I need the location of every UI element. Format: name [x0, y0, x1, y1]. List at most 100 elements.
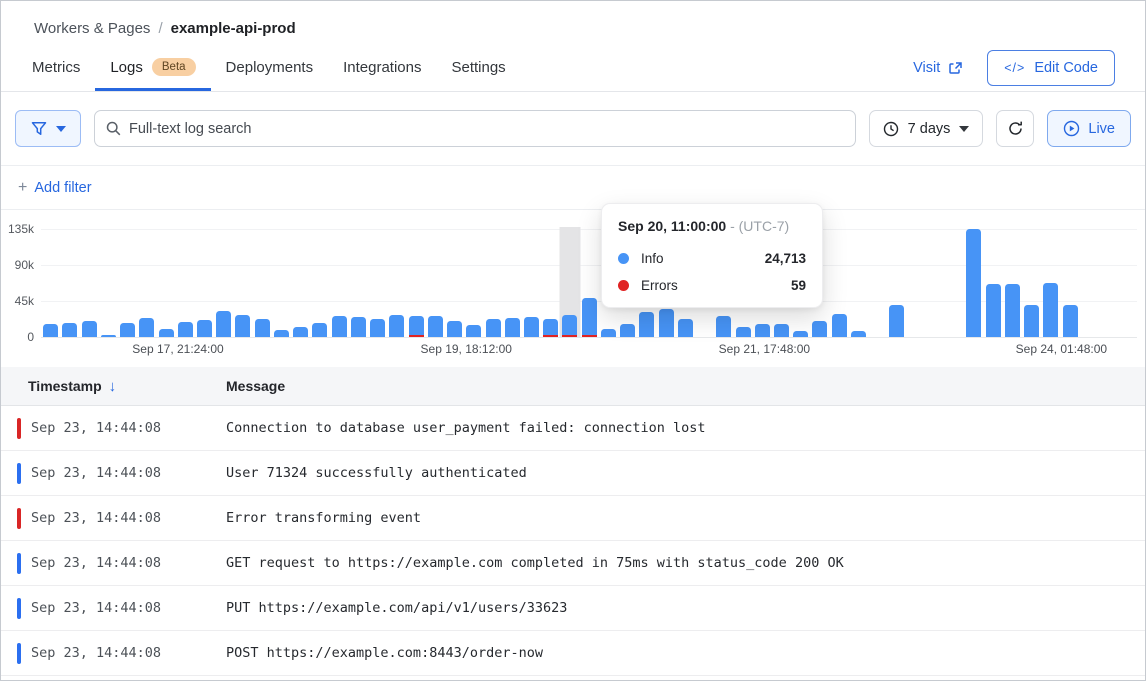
chart-bar[interactable] — [464, 229, 483, 337]
log-row[interactable]: Sep 23, 14:44:08PUT https://example.com/… — [1, 586, 1145, 631]
chart-bar[interactable] — [79, 229, 98, 337]
log-row[interactable]: Sep 23, 14:44:08User 71324 successfully … — [1, 451, 1145, 496]
bar-series — [41, 229, 1137, 337]
chart-bar[interactable] — [176, 229, 195, 337]
bar-stack — [312, 323, 327, 337]
chart-bar[interactable] — [1022, 229, 1041, 337]
add-filter-button[interactable]: + Add filter — [18, 179, 92, 197]
filter-dropdown-button[interactable] — [15, 110, 81, 147]
bar-stack — [216, 311, 231, 337]
y-axis-label: 45k — [1, 294, 34, 308]
column-header-message[interactable]: Message — [226, 378, 285, 394]
plus-icon: + — [18, 179, 27, 197]
chart-bar[interactable] — [887, 229, 906, 337]
info-segment — [1043, 283, 1058, 337]
refresh-button[interactable] — [996, 110, 1034, 147]
chart-bar[interactable] — [1118, 229, 1137, 337]
chart-bar[interactable] — [310, 229, 329, 337]
bar-stack — [1024, 305, 1039, 337]
chart-bar[interactable] — [830, 229, 849, 337]
chart-bar[interactable] — [118, 229, 137, 337]
live-button[interactable]: Live — [1047, 110, 1131, 147]
chart-bar[interactable] — [195, 229, 214, 337]
tab-metrics[interactable]: Metrics — [17, 45, 95, 91]
tab-logs[interactable]: LogsBeta — [95, 45, 210, 91]
tab-label: Metrics — [32, 59, 80, 76]
chart-bar[interactable] — [560, 229, 579, 337]
log-message: GET request to https://example.com compl… — [226, 555, 844, 571]
clock-icon — [883, 121, 899, 137]
bar-stack — [543, 319, 558, 337]
search-input[interactable] — [94, 110, 856, 147]
chart-bar[interactable] — [1003, 229, 1022, 337]
info-segment — [428, 316, 443, 337]
chart-bar[interactable] — [945, 229, 964, 337]
tab-integrations[interactable]: Integrations — [328, 45, 436, 91]
chart-bar[interactable] — [368, 229, 387, 337]
chart-bar[interactable] — [406, 229, 425, 337]
chart-bar[interactable] — [291, 229, 310, 337]
chart-bar[interactable] — [1099, 229, 1118, 337]
chart-bar[interactable] — [137, 229, 156, 337]
info-segment — [312, 323, 327, 337]
chart-bar[interactable] — [387, 229, 406, 337]
chart-bar[interactable] — [214, 229, 233, 337]
severity-indicator-info — [17, 463, 21, 484]
tab-deployments[interactable]: Deployments — [211, 45, 329, 91]
chart-bar[interactable] — [522, 229, 541, 337]
tooltip-series-label: Info — [641, 251, 664, 266]
chart-bar[interactable] — [156, 229, 175, 337]
chart-bar[interactable] — [1080, 229, 1099, 337]
info-segment — [120, 323, 135, 337]
log-timestamp: Sep 23, 14:44:08 — [31, 420, 206, 436]
chart-bar[interactable] — [580, 229, 599, 337]
chart-bar[interactable] — [233, 229, 252, 337]
tab-settings[interactable]: Settings — [436, 45, 520, 91]
chart-bar[interactable] — [445, 229, 464, 337]
chart-bar[interactable] — [541, 229, 560, 337]
chart-bar[interactable] — [1041, 229, 1060, 337]
bar-stack — [139, 318, 154, 337]
chart-bar[interactable] — [41, 229, 60, 337]
chart-bar[interactable] — [272, 229, 291, 337]
edit-code-button[interactable]: </> Edit Code — [987, 50, 1115, 86]
chart-bar[interactable] — [849, 229, 868, 337]
chart-bar[interactable] — [253, 229, 272, 337]
info-segment — [43, 324, 58, 337]
chart-bar[interactable] — [964, 229, 983, 337]
column-header-timestamp[interactable]: Timestamp ↓ — [1, 378, 226, 395]
chart-bar[interactable] — [503, 229, 522, 337]
chart-bar[interactable] — [60, 229, 79, 337]
bar-stack — [966, 229, 981, 337]
info-legend-dot-icon — [618, 253, 629, 264]
bar-stack — [678, 319, 693, 337]
chart-bar[interactable] — [907, 229, 926, 337]
log-volume-chart: Sep 17, 21:24:00Sep 19, 18:12:00Sep 21, … — [1, 210, 1145, 367]
chart-bar[interactable] — [349, 229, 368, 337]
info-segment — [716, 316, 731, 337]
breadcrumb-section[interactable]: Workers & Pages — [34, 20, 150, 37]
chart-bar[interactable] — [868, 229, 887, 337]
chart-bar[interactable] — [426, 229, 445, 337]
log-row[interactable]: Sep 23, 14:44:08Connection to database u… — [1, 406, 1145, 451]
error-segment — [562, 335, 577, 337]
bar-stack — [524, 317, 539, 337]
chart-bar[interactable] — [483, 229, 502, 337]
log-row[interactable]: Sep 23, 14:44:08GET request to https://e… — [1, 541, 1145, 586]
bar-stack — [235, 315, 250, 337]
chart-bar[interactable] — [983, 229, 1002, 337]
bar-stack — [986, 284, 1001, 337]
log-row[interactable]: Sep 23, 14:44:08POST https://example.com… — [1, 631, 1145, 676]
chart-bar[interactable] — [1060, 229, 1079, 337]
bar-stack — [774, 324, 789, 337]
time-range-dropdown[interactable]: 7 days — [869, 110, 984, 147]
info-segment — [62, 323, 77, 337]
chart-bar[interactable] — [330, 229, 349, 337]
bar-stack — [274, 330, 289, 337]
log-row[interactable]: Sep 23, 14:44:08Error transforming event — [1, 496, 1145, 541]
bar-stack — [1063, 305, 1078, 337]
chart-bar[interactable] — [926, 229, 945, 337]
visit-link[interactable]: Visit — [913, 60, 963, 76]
chart-bar[interactable] — [99, 229, 118, 337]
info-segment — [851, 331, 866, 337]
